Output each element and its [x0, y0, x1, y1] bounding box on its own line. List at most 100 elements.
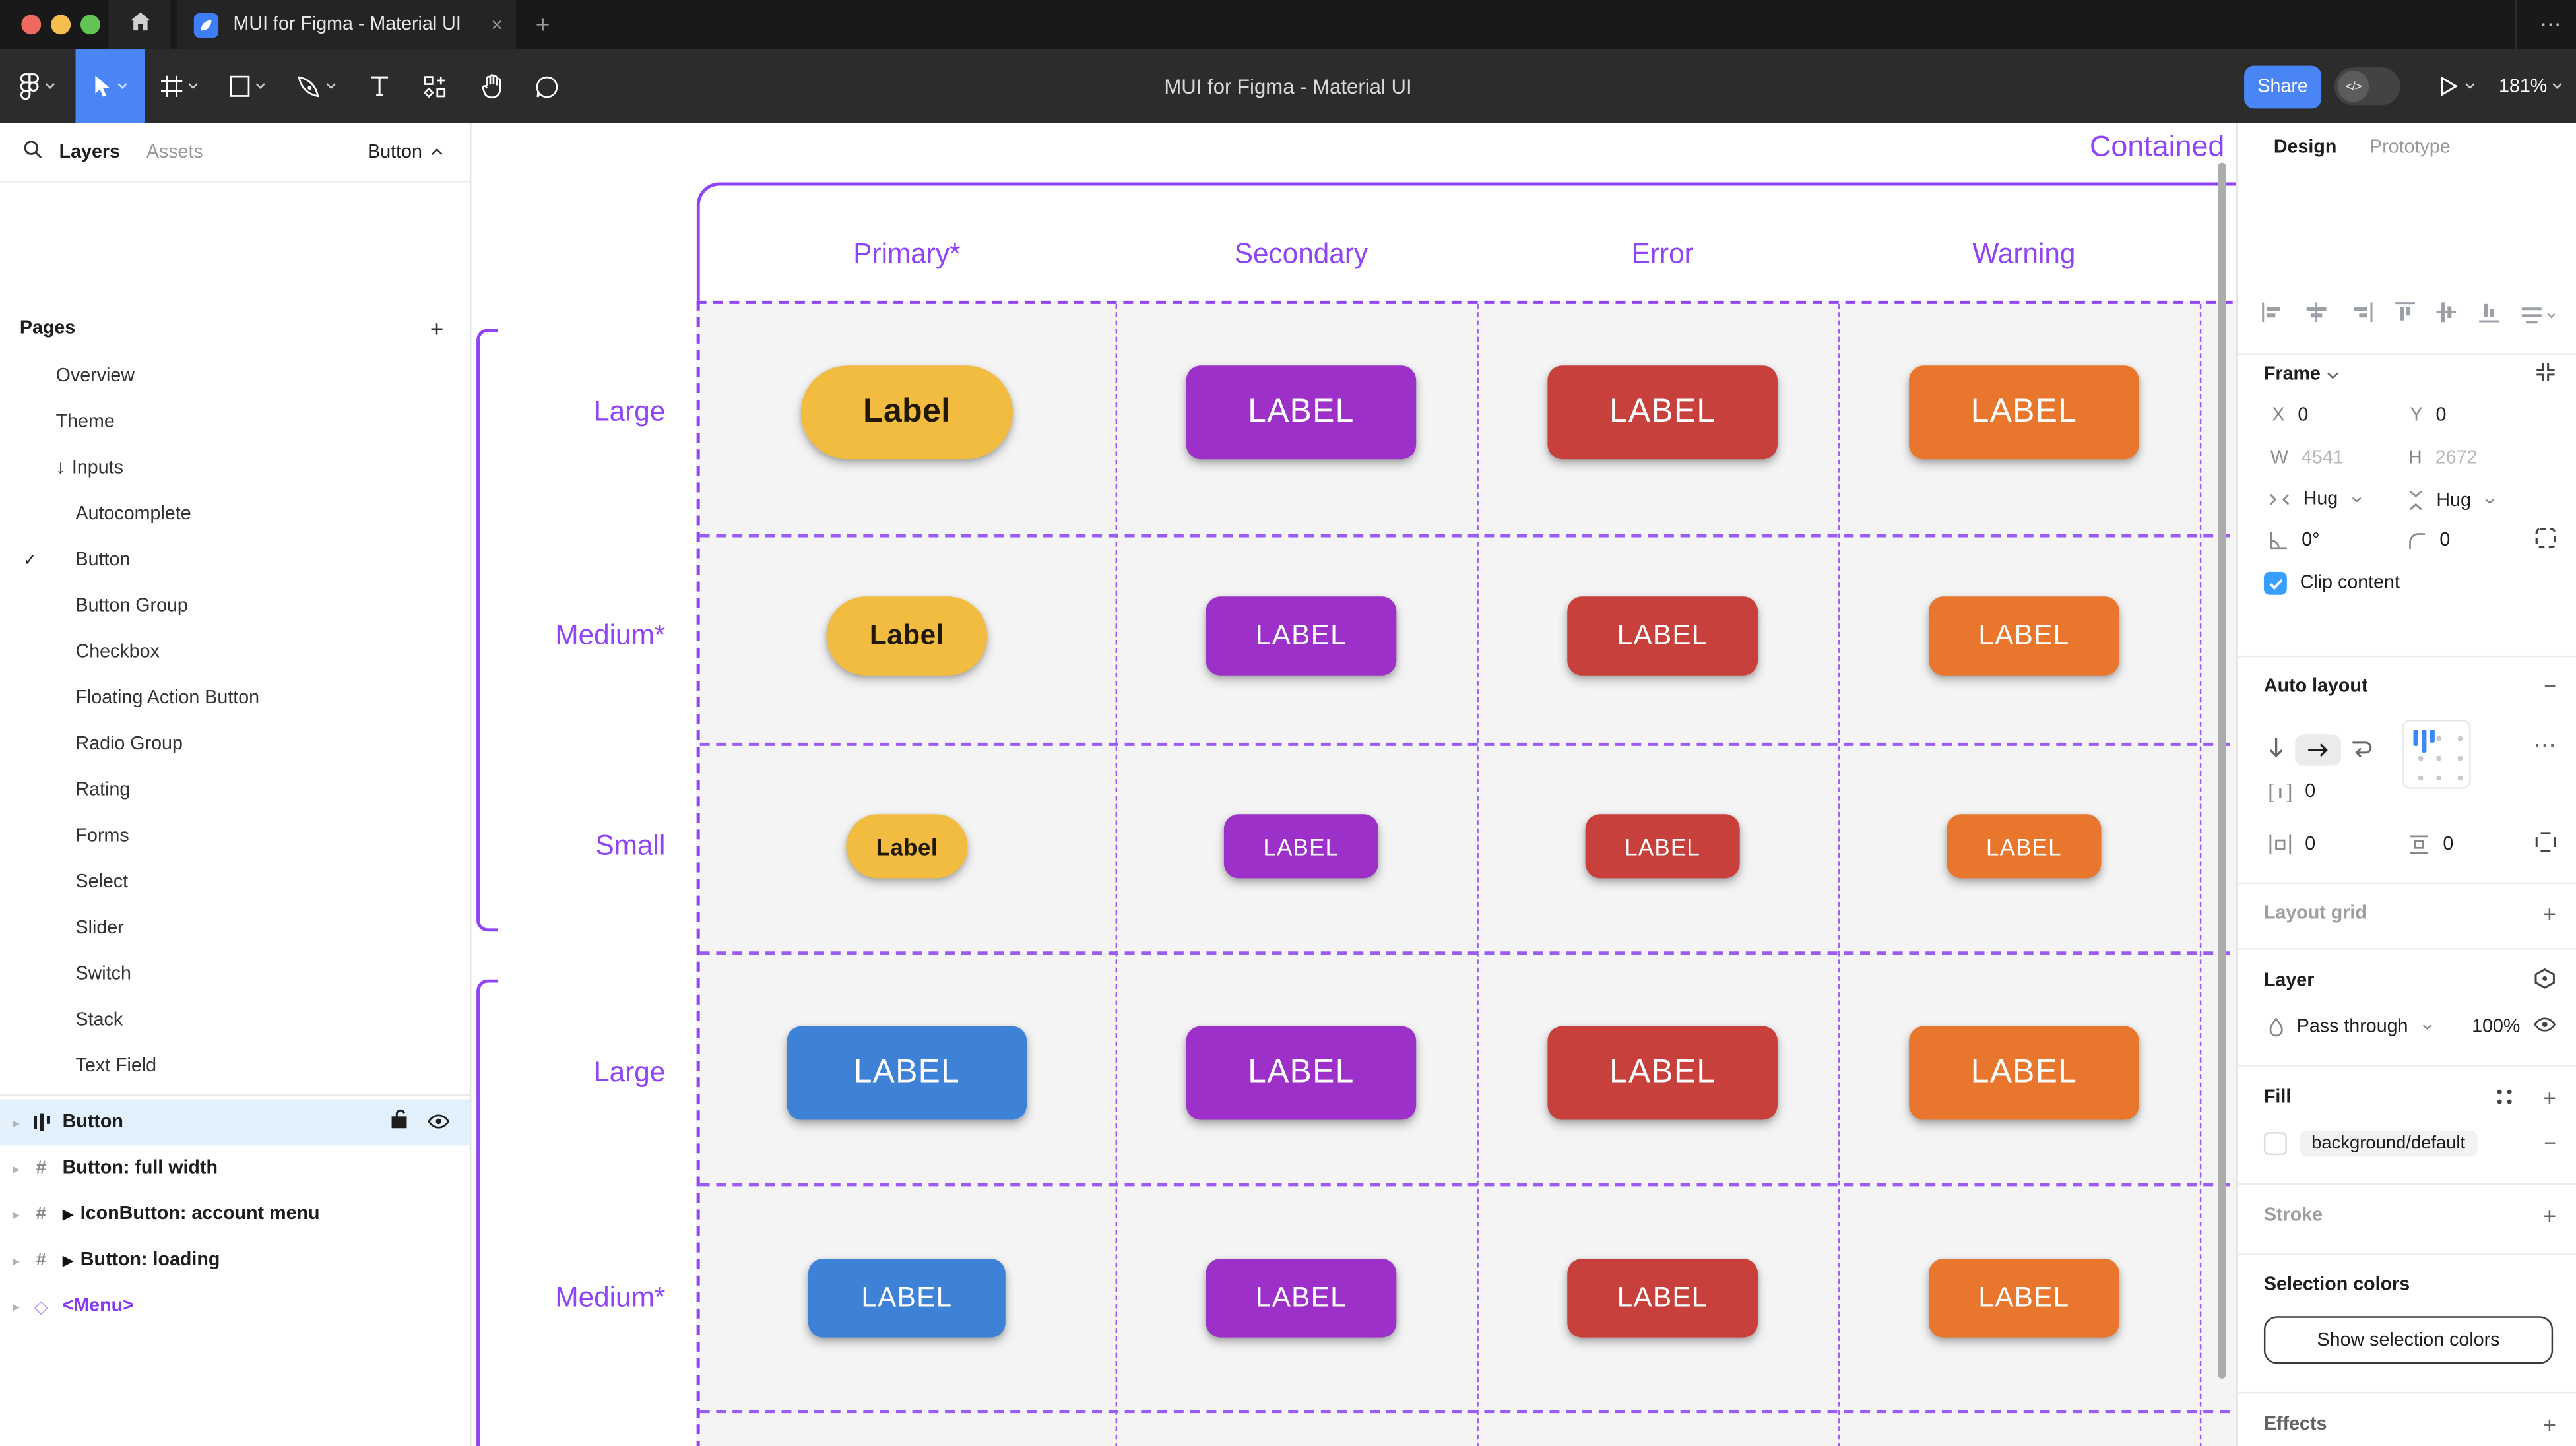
expand-chevron-icon[interactable]: ▸: [13, 1299, 26, 1313]
button-medium-purple[interactable]: LABEL: [1206, 1259, 1397, 1338]
home-tab[interactable]: [108, 0, 171, 49]
page-item-checkbox[interactable]: Checkbox: [0, 629, 470, 676]
alignment-widget[interactable]: [2402, 720, 2471, 789]
button-medium-blue[interactable]: LABEL: [808, 1259, 1006, 1338]
y-input[interactable]: 0: [2436, 406, 2447, 425]
button-large-amber[interactable]: Label: [801, 365, 1013, 459]
layer-row-button-full-width[interactable]: ▸#Button: full width: [0, 1145, 470, 1191]
flow-vertical-icon[interactable]: [2267, 736, 2285, 764]
share-button[interactable]: Share: [2244, 66, 2321, 109]
fill-row[interactable]: background/default: [2264, 1131, 2477, 1157]
frame-tool-button[interactable]: [145, 49, 214, 123]
file-tab[interactable]: MUI for Figma - Material UI ×: [177, 0, 516, 49]
button-small-red[interactable]: LABEL: [1586, 814, 1740, 878]
row-label-large[interactable]: Large: [504, 396, 665, 429]
button-large-red[interactable]: LABEL: [1547, 365, 1778, 459]
zoom-menu[interactable]: 181%: [2499, 49, 2563, 123]
page-item-slider[interactable]: Slider: [0, 905, 470, 951]
row-label-large[interactable]: Large: [504, 1057, 665, 1090]
traffic-zoom-button[interactable]: [80, 15, 100, 34]
hand-tool-button[interactable]: [463, 49, 519, 123]
button-large-purple[interactable]: LABEL: [1186, 365, 1417, 459]
button-large-orange[interactable]: LABEL: [1909, 365, 2139, 459]
tab-assets[interactable]: Assets: [146, 142, 203, 162]
move-tool-button[interactable]: [76, 49, 145, 123]
fill-color-swatch[interactable]: [2264, 1132, 2287, 1155]
comment-tool-button[interactable]: [519, 49, 575, 123]
button-small-purple[interactable]: LABEL: [1224, 814, 1378, 878]
button-medium-red[interactable]: LABEL: [1567, 1259, 1758, 1338]
page-item-radio-group[interactable]: Radio Group: [0, 722, 470, 768]
row-label-medium[interactable]: Medium*: [504, 1282, 665, 1315]
flow-wrap-icon[interactable]: [2351, 738, 2374, 762]
add-layout-grid-button[interactable]: +: [2543, 900, 2556, 927]
page-item-rating[interactable]: Rating: [0, 767, 470, 813]
expand-chevron-icon[interactable]: ▸: [13, 1115, 26, 1129]
page-item-theme[interactable]: Theme: [0, 399, 470, 445]
opacity-input[interactable]: 100%: [2472, 1017, 2520, 1037]
independent-corners-icon[interactable]: [2535, 528, 2556, 554]
dev-mode-toggle[interactable]: </>: [2334, 67, 2400, 105]
blend-mode-icon[interactable]: [2533, 968, 2556, 994]
page-item-stack[interactable]: Stack: [0, 997, 470, 1044]
page-item-select[interactable]: Select: [0, 860, 470, 906]
align-right-icon[interactable]: [2350, 302, 2373, 327]
clip-content-row[interactable]: Clip content: [2264, 572, 2400, 595]
unlock-icon[interactable]: [391, 1108, 408, 1137]
current-page-selector[interactable]: Button: [368, 142, 443, 162]
horizontal-resizing-select[interactable]: Hug: [2269, 489, 2362, 509]
button-large-orange[interactable]: LABEL: [1909, 1026, 2139, 1120]
tab-design[interactable]: Design: [2274, 138, 2336, 158]
align-top-icon[interactable]: [2395, 301, 2415, 329]
button-small-amber[interactable]: Label: [846, 814, 967, 878]
column-header-warning[interactable]: Warning: [1972, 238, 2075, 271]
actions-tool-button[interactable]: [407, 49, 463, 123]
blend-mode-select[interactable]: Pass through: [2297, 1017, 2408, 1037]
page-item-floating-action-button[interactable]: Floating Action Button: [0, 676, 470, 722]
button-medium-amber[interactable]: Label: [826, 596, 987, 676]
expand-chevron-icon[interactable]: ▸: [13, 1253, 26, 1267]
fill-style-chip[interactable]: background/default: [2300, 1131, 2477, 1157]
w-input[interactable]: 4541: [2302, 449, 2344, 468]
expand-chevron-icon[interactable]: ▸: [13, 1161, 26, 1176]
horizontal-padding-input[interactable]: 0: [2269, 834, 2315, 854]
layer-row--menu-[interactable]: ▸◇<Menu>: [0, 1283, 470, 1329]
present-button[interactable]: [2438, 49, 2476, 123]
page-item-forms[interactable]: Forms: [0, 813, 470, 860]
row-label-small[interactable]: Small: [504, 830, 665, 863]
page-item-button-group[interactable]: Button Group: [0, 583, 470, 629]
page-item-text-field[interactable]: Text Field: [0, 1044, 470, 1090]
tab-prototype[interactable]: Prototype: [2369, 138, 2451, 158]
button-medium-red[interactable]: LABEL: [1567, 596, 1758, 676]
align-v-center-icon[interactable]: [2437, 301, 2457, 329]
add-effect-button[interactable]: +: [2543, 1412, 2556, 1438]
clip-content-checkbox[interactable]: [2264, 572, 2287, 595]
align-left-icon[interactable]: [2261, 302, 2284, 327]
gap-input[interactable]: 0: [2269, 782, 2315, 802]
rotation-input[interactable]: 0°: [2269, 531, 2319, 551]
expand-chevron-icon[interactable]: ▸: [13, 1207, 26, 1222]
row-label-medium[interactable]: Medium*: [504, 619, 665, 652]
remove-fill-button[interactable]: −: [2544, 1131, 2556, 1155]
align-bottom-icon[interactable]: [2478, 301, 2498, 329]
add-stroke-button[interactable]: +: [2543, 1203, 2556, 1229]
distribute-menu-icon[interactable]: [2520, 305, 2556, 325]
column-header-secondary[interactable]: Secondary: [1235, 238, 1368, 271]
text-tool-button[interactable]: [352, 49, 408, 123]
page-item-switch[interactable]: Switch: [0, 951, 470, 997]
pen-tool-button[interactable]: [282, 49, 352, 123]
visibility-eye-icon[interactable]: [2533, 1017, 2556, 1037]
add-fill-button[interactable]: +: [2543, 1084, 2556, 1111]
corner-radius-input[interactable]: 0: [2408, 531, 2450, 551]
fill-styles-icon[interactable]: [2496, 1084, 2513, 1111]
shape-tool-button[interactable]: [214, 49, 283, 123]
traffic-close-button[interactable]: [21, 15, 41, 34]
button-medium-orange[interactable]: LABEL: [1929, 596, 2119, 676]
add-page-button[interactable]: +: [430, 315, 443, 342]
button-medium-orange[interactable]: LABEL: [1929, 1259, 2119, 1338]
x-input[interactable]: 0: [2298, 406, 2308, 425]
vertical-padding-input[interactable]: 0: [2408, 834, 2453, 854]
main-menu-button[interactable]: [0, 49, 76, 123]
button-large-purple[interactable]: LABEL: [1186, 1026, 1417, 1120]
frame-title-contained[interactable]: Contained: [2090, 130, 2224, 164]
